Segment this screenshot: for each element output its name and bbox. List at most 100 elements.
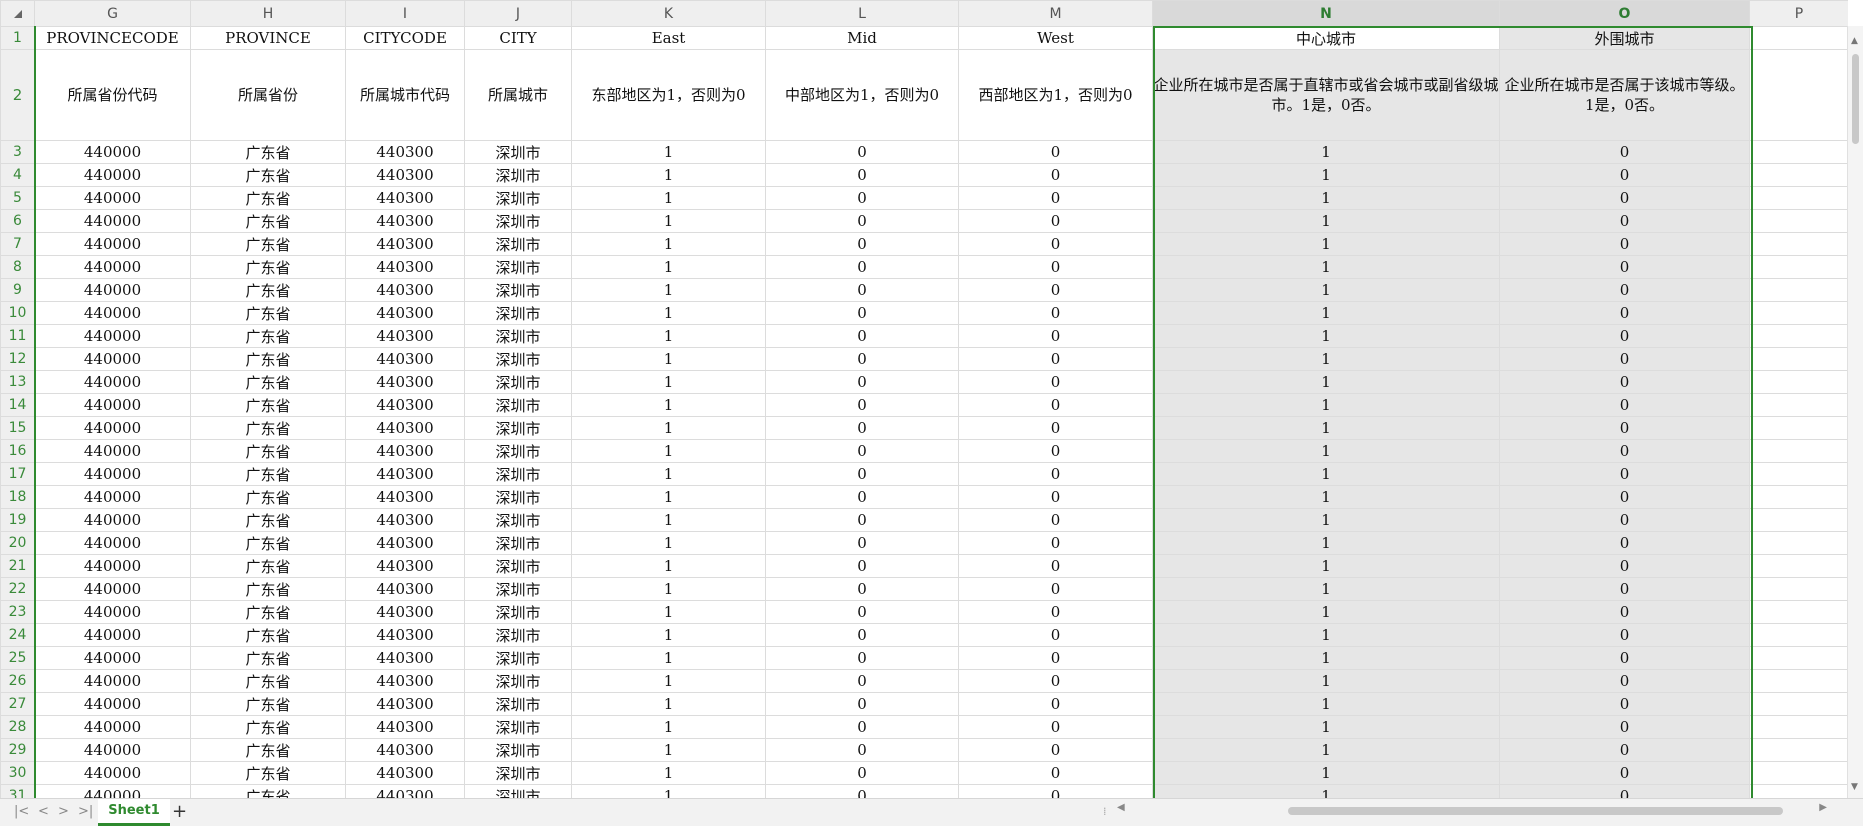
- cell[interactable]: 440300: [345, 508, 465, 532]
- row-header[interactable]: 25: [0, 646, 35, 670]
- cell-selected[interactable]: 0: [1499, 370, 1750, 394]
- active-cell[interactable]: 中心城市: [1152, 26, 1500, 50]
- cell[interactable]: PROVINCE: [190, 26, 346, 50]
- cell[interactable]: 广东省: [190, 232, 346, 256]
- cell[interactable]: 440300: [345, 232, 465, 256]
- cell-selected[interactable]: 0: [1499, 439, 1750, 463]
- cell[interactable]: [1749, 554, 1848, 578]
- cell[interactable]: [1749, 439, 1848, 463]
- cell[interactable]: 440000: [34, 255, 191, 279]
- cell[interactable]: 深圳市: [464, 324, 572, 348]
- cell-selected[interactable]: 0: [1499, 301, 1750, 325]
- cell-selected[interactable]: 1: [1152, 508, 1500, 532]
- next-sheet-icon[interactable]: >: [58, 804, 69, 819]
- column-header[interactable]: L: [765, 0, 959, 27]
- cell-selected[interactable]: 0: [1499, 163, 1750, 187]
- row-header[interactable]: 6: [0, 209, 35, 233]
- cell[interactable]: 所属城市代码: [345, 49, 465, 141]
- cell-selected[interactable]: 0: [1499, 347, 1750, 371]
- cell[interactable]: [1749, 508, 1848, 532]
- cell[interactable]: 1: [571, 531, 766, 555]
- cell[interactable]: 1: [571, 692, 766, 716]
- cell[interactable]: 深圳市: [464, 416, 572, 440]
- cell-selected[interactable]: 1: [1152, 485, 1500, 509]
- cell[interactable]: 深圳市: [464, 209, 572, 233]
- cell[interactable]: 广东省: [190, 646, 346, 670]
- cell[interactable]: 440300: [345, 669, 465, 693]
- cell[interactable]: 0: [765, 646, 959, 670]
- row-header[interactable]: 30: [0, 761, 35, 785]
- cell[interactable]: 440000: [34, 439, 191, 463]
- cell[interactable]: 0: [765, 669, 959, 693]
- cell[interactable]: 0: [958, 531, 1153, 555]
- row-header[interactable]: 19: [0, 508, 35, 532]
- cell[interactable]: 440000: [34, 278, 191, 302]
- horizontal-scrollbar[interactable]: ⁞ ◀ ▶: [1103, 802, 1827, 818]
- cell[interactable]: 1: [571, 485, 766, 509]
- cell[interactable]: 440000: [34, 738, 191, 762]
- cell[interactable]: 440300: [345, 140, 465, 164]
- cell[interactable]: 440000: [34, 692, 191, 716]
- column-header[interactable]: H: [190, 0, 346, 27]
- cell[interactable]: 440000: [34, 140, 191, 164]
- cell[interactable]: 深圳市: [464, 255, 572, 279]
- row-header[interactable]: 21: [0, 554, 35, 578]
- cell[interactable]: 广东省: [190, 186, 346, 210]
- row-header[interactable]: 27: [0, 692, 35, 716]
- cell[interactable]: 440300: [345, 577, 465, 601]
- cell[interactable]: 440300: [345, 462, 465, 486]
- row-header[interactable]: 22: [0, 577, 35, 601]
- row-header[interactable]: 5: [0, 186, 35, 210]
- cell[interactable]: 0: [765, 370, 959, 394]
- cell[interactable]: 深圳市: [464, 646, 572, 670]
- cell[interactable]: 广东省: [190, 531, 346, 555]
- cell[interactable]: 0: [765, 347, 959, 371]
- cell[interactable]: 440300: [345, 186, 465, 210]
- cell-selected[interactable]: 1: [1152, 416, 1500, 440]
- cell[interactable]: 1: [571, 715, 766, 739]
- cell[interactable]: 广东省: [190, 301, 346, 325]
- prev-sheet-icon[interactable]: <: [38, 804, 49, 819]
- cell[interactable]: 东部地区为1，否则为0: [571, 49, 766, 141]
- cell[interactable]: 深圳市: [464, 669, 572, 693]
- cell[interactable]: [1749, 600, 1848, 624]
- scroll-left-icon[interactable]: ◀: [1117, 802, 1125, 813]
- cell[interactable]: 深圳市: [464, 692, 572, 716]
- cell-selected[interactable]: 0: [1499, 738, 1750, 762]
- cell[interactable]: 深圳市: [464, 508, 572, 532]
- cell-selected[interactable]: 0: [1499, 623, 1750, 647]
- cell[interactable]: 深圳市: [464, 370, 572, 394]
- cell[interactable]: 440000: [34, 301, 191, 325]
- cell[interactable]: [1749, 715, 1848, 739]
- add-sheet-button[interactable]: +: [172, 801, 187, 822]
- cell[interactable]: 0: [765, 232, 959, 256]
- cell[interactable]: 440300: [345, 600, 465, 624]
- row-header[interactable]: 7: [0, 232, 35, 256]
- vertical-scrollbar[interactable]: ▲ ▼: [1847, 26, 1863, 798]
- row-header[interactable]: 29: [0, 738, 35, 762]
- cell[interactable]: 1: [571, 163, 766, 187]
- cell[interactable]: 深圳市: [464, 554, 572, 578]
- cell[interactable]: 广东省: [190, 393, 346, 417]
- cell-selected[interactable]: 1: [1152, 531, 1500, 555]
- cell[interactable]: Mid: [765, 26, 959, 50]
- cell[interactable]: 深圳市: [464, 761, 572, 785]
- cell-selected[interactable]: 1: [1152, 278, 1500, 302]
- cell[interactable]: 广东省: [190, 508, 346, 532]
- row-header[interactable]: 4: [0, 163, 35, 187]
- cell[interactable]: 440000: [34, 347, 191, 371]
- last-sheet-icon[interactable]: >|: [78, 804, 93, 819]
- cell[interactable]: 440000: [34, 232, 191, 256]
- scroll-up-icon[interactable]: ▲: [1851, 36, 1858, 46]
- cell[interactable]: 0: [765, 508, 959, 532]
- cell[interactable]: 广东省: [190, 209, 346, 233]
- cell[interactable]: [1749, 186, 1848, 210]
- cell[interactable]: 广东省: [190, 140, 346, 164]
- cell[interactable]: 1: [571, 393, 766, 417]
- cell[interactable]: 0: [958, 255, 1153, 279]
- cell[interactable]: 广东省: [190, 370, 346, 394]
- cell[interactable]: 1: [571, 738, 766, 762]
- cell-selected[interactable]: 1: [1152, 600, 1500, 624]
- cell[interactable]: 0: [765, 531, 959, 555]
- cell[interactable]: [1749, 531, 1848, 555]
